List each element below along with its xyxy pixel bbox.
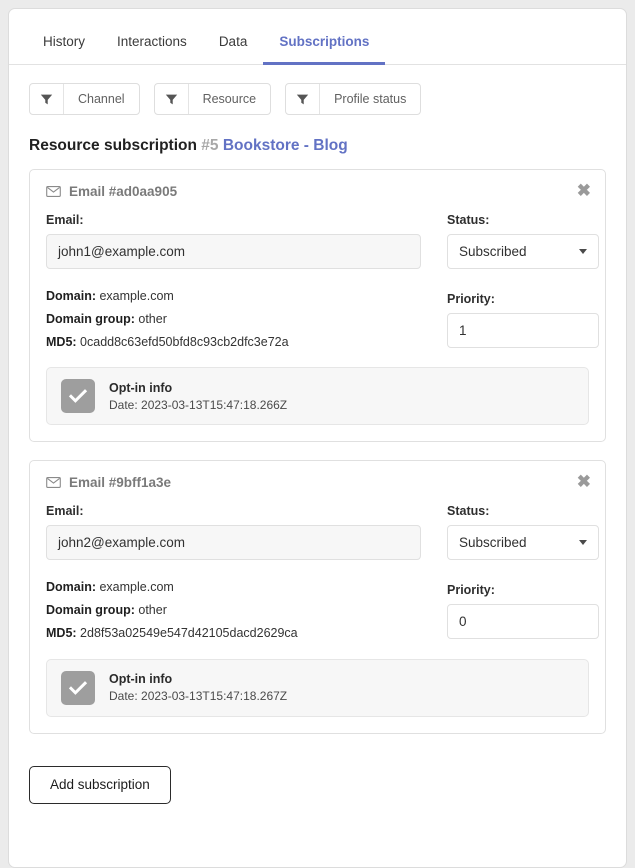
card-title: Email #ad0aa905: [69, 184, 178, 199]
domain-row: Domain: example.com: [46, 576, 421, 599]
card-fields-row: Email: john2@example.com Domain: example…: [46, 504, 599, 644]
envelope-icon: [46, 186, 61, 197]
priority-label: Priority:: [447, 292, 495, 306]
card-title: Email #9bff1a3e: [69, 475, 172, 491]
subscription-list: ✖ Email #ad0aa905 Email: john1@example.c…: [9, 165, 626, 734]
filter-profile-status-label[interactable]: Profile status: [320, 84, 420, 114]
card-meta: Domain: example.com Domain group: other …: [46, 576, 421, 644]
filter-profile-status[interactable]: Profile status: [285, 83, 422, 115]
check-icon: [61, 379, 95, 414]
status-column: Status: Subscribed Priority: 1: [447, 213, 599, 353]
page-title: Resource subscription #5 Bookstore - Blo…: [9, 115, 626, 165]
md5-row: MD5: 2d8f53a02549e547d42105dacd2629ca: [46, 622, 421, 645]
optin-texts: Opt-in info Date: 2023-03-13T15:47:18.26…: [109, 672, 287, 703]
close-icon[interactable]: ✖: [577, 473, 591, 490]
domain-group-label: Domain group:: [46, 603, 135, 617]
subscription-card: ✖ Email #ad0aa905 Email: john1@example.c…: [29, 169, 606, 443]
priority-input[interactable]: 1: [447, 313, 599, 348]
tab-bar: History Interactions Data Subscriptions: [9, 9, 626, 65]
tab-subscriptions[interactable]: Subscriptions: [263, 24, 386, 65]
email-column: Email: john1@example.com Domain: example…: [46, 213, 421, 353]
domain-group-value: other: [138, 311, 167, 326]
status-label: Status:: [447, 504, 490, 519]
close-icon[interactable]: ✖: [577, 182, 591, 199]
subscription-card: ✖ Email #9bff1a3e Email: john2@example.c…: [29, 460, 606, 734]
chevron-down-icon: [579, 249, 587, 254]
email-input[interactable]: john2@example.com: [46, 525, 421, 561]
optin-date: Date: 2023-03-13T15:47:18.267Z: [109, 689, 288, 703]
check-icon: [61, 670, 95, 705]
optin-title: Opt-in info: [109, 380, 173, 395]
optin-panel: Opt-in info Date: 2023-03-13T15:47:18.26…: [46, 658, 589, 717]
chevron-down-icon: [579, 540, 587, 546]
md5-label: MD5:: [46, 625, 77, 640]
domain-value: example.com: [99, 289, 174, 303]
domain-group-label: Domain group:: [46, 311, 135, 326]
tab-history[interactable]: History: [27, 24, 101, 65]
md5-value: 0cadd8c63efd50bfd8c93cb2dfc3e72a: [80, 334, 289, 349]
filter-icon[interactable]: [286, 84, 321, 114]
optin-texts: Opt-in info Date: 2023-03-13T15:47:18.26…: [109, 381, 287, 412]
email-input[interactable]: john1@example.com: [46, 234, 421, 269]
status-value: Subscribed: [459, 535, 527, 551]
resource-number: #5: [201, 137, 219, 154]
filter-bar: Channel Resource Profile status: [9, 65, 626, 115]
email-label: Email:: [46, 504, 84, 519]
optin-date: Date: 2023-03-13T15:47:18.266Z: [109, 397, 288, 412]
filter-icon[interactable]: [30, 84, 64, 114]
resource-link[interactable]: Bookstore - Blog: [223, 137, 348, 154]
domain-group-row: Domain group: other: [46, 599, 421, 622]
filter-icon[interactable]: [155, 84, 189, 114]
tab-data[interactable]: Data: [203, 24, 264, 65]
filter-resource[interactable]: Resource: [153, 83, 272, 115]
card-meta: Domain: example.com Domain group: other …: [46, 285, 421, 353]
email-column: Email: john2@example.com Domain: example…: [46, 504, 421, 644]
add-subscription-button[interactable]: Add subscription: [29, 765, 171, 804]
domain-label: Domain:: [46, 289, 96, 303]
md5-value: 2d8f53a02549e547d42105dacd2629ca: [80, 625, 298, 640]
md5-label: MD5:: [46, 334, 77, 349]
envelope-icon: [46, 477, 61, 489]
card-fields-row: Email: john1@example.com Domain: example…: [46, 213, 599, 353]
domain-group-row: Domain group: other: [46, 308, 421, 331]
page-title-text: Resource subscription: [29, 137, 197, 154]
filter-resource-label[interactable]: Resource: [189, 84, 271, 114]
status-label: Status:: [447, 213, 490, 227]
domain-value: example.com: [99, 580, 174, 595]
status-select[interactable]: Subscribed: [447, 234, 599, 269]
filter-channel[interactable]: Channel: [29, 83, 140, 115]
status-value: Subscribed: [459, 244, 527, 259]
subscriptions-panel: History Interactions Data Subscriptions …: [8, 8, 627, 868]
md5-row: MD5: 0cadd8c63efd50bfd8c93cb2dfc3e72a: [46, 331, 421, 354]
card-header: Email #ad0aa905: [46, 184, 589, 199]
domain-group-value: other: [138, 603, 167, 617]
footer: Add subscription: [9, 752, 626, 828]
optin-panel: Opt-in info Date: 2023-03-13T15:47:18.26…: [46, 367, 589, 426]
status-column: Status: Subscribed Priority: 0: [447, 504, 599, 644]
filter-channel-label[interactable]: Channel: [64, 84, 139, 114]
card-header: Email #9bff1a3e: [46, 475, 589, 490]
tab-interactions[interactable]: Interactions: [101, 24, 203, 65]
domain-label: Domain:: [46, 580, 96, 595]
domain-row: Domain: example.com: [46, 285, 421, 308]
optin-title: Opt-in info: [109, 672, 173, 686]
priority-input[interactable]: 0: [447, 604, 599, 640]
status-select[interactable]: Subscribed: [447, 525, 599, 561]
email-label: Email:: [46, 213, 84, 227]
priority-label: Priority:: [447, 583, 495, 598]
